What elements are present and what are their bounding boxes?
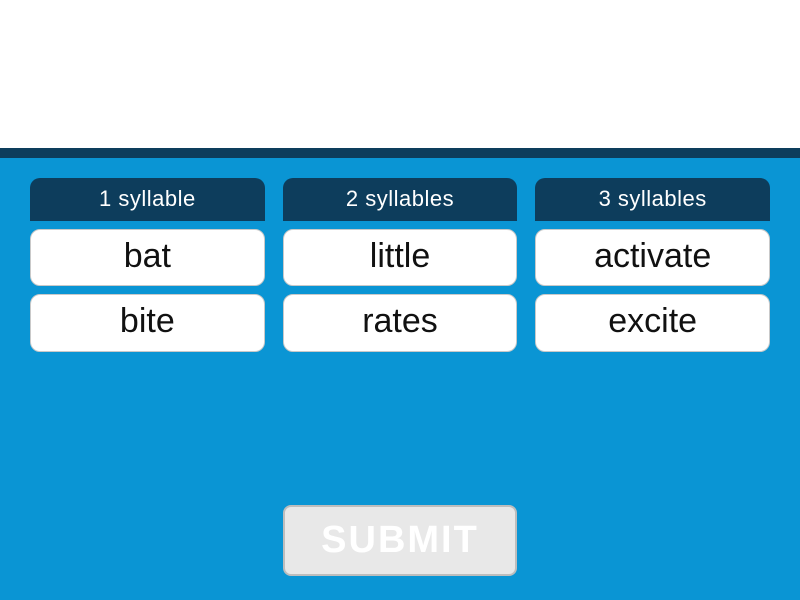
spacer bbox=[30, 352, 770, 505]
column-3-syllables[interactable]: 3 syllables activate excite bbox=[535, 178, 770, 352]
top-blank-area bbox=[0, 0, 800, 148]
column-header: 3 syllables bbox=[535, 178, 770, 221]
word-card[interactable]: little bbox=[283, 229, 518, 286]
column-header: 1 syllable bbox=[30, 178, 265, 221]
column-2-syllables[interactable]: 2 syllables little rates bbox=[283, 178, 518, 352]
column-header: 2 syllables bbox=[283, 178, 518, 221]
divider-bar bbox=[0, 148, 800, 158]
word-card[interactable]: activate bbox=[535, 229, 770, 286]
word-card[interactable]: excite bbox=[535, 294, 770, 351]
columns-container: 1 syllable bat bite 2 syllables little r… bbox=[30, 178, 770, 352]
word-card[interactable]: bat bbox=[30, 229, 265, 286]
word-card[interactable]: bite bbox=[30, 294, 265, 351]
game-board: 1 syllable bat bite 2 syllables little r… bbox=[0, 158, 800, 600]
stage: 1 syllable bat bite 2 syllables little r… bbox=[0, 0, 800, 600]
word-card[interactable]: rates bbox=[283, 294, 518, 351]
submit-area: SUBMIT bbox=[30, 505, 770, 582]
column-1-syllable[interactable]: 1 syllable bat bite bbox=[30, 178, 265, 352]
submit-button[interactable]: SUBMIT bbox=[283, 505, 517, 576]
